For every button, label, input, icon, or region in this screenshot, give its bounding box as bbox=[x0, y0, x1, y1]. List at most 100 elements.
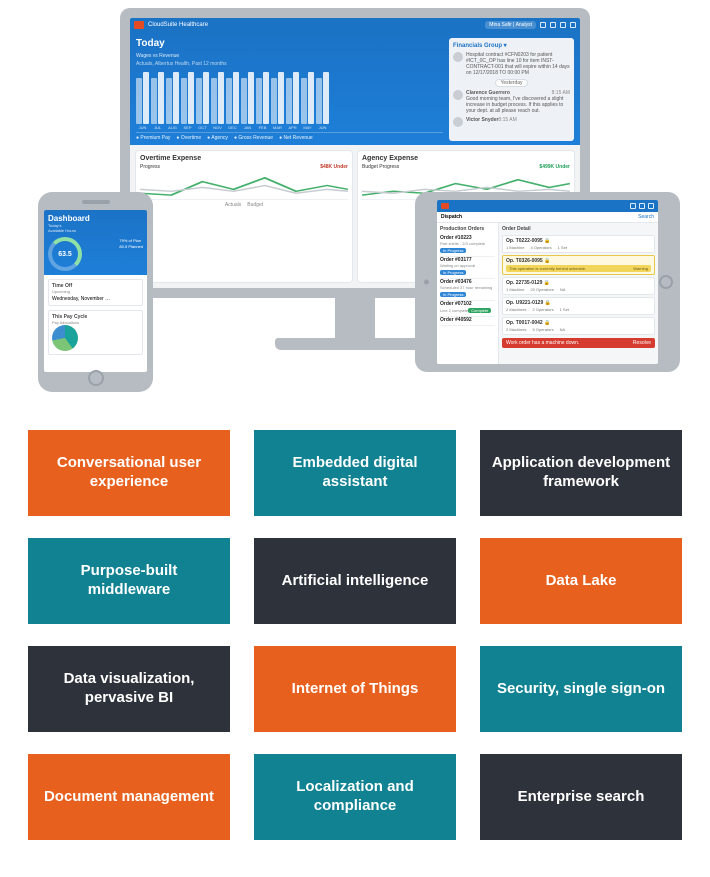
bar bbox=[323, 72, 329, 124]
feature-tile[interactable]: Purpose-built middleware bbox=[28, 538, 230, 624]
phone-sub: Available Hours bbox=[48, 228, 143, 233]
legend-item: ● Overtime bbox=[176, 135, 201, 141]
operation-row[interactable]: Op. T0222-0095 🔒1 Machine4 Operators1 Se… bbox=[502, 235, 655, 253]
monitor-stand bbox=[335, 298, 375, 338]
bar-group: JUN bbox=[136, 72, 149, 130]
bar bbox=[188, 72, 194, 124]
paycycle-card[interactable]: This Pay Cycle Pay Allocations bbox=[48, 310, 143, 355]
timeoff-card[interactable]: Time Off Upcoming Wednesday, November … bbox=[48, 279, 143, 306]
operation-row[interactable]: Op. T0017-0042 🔒2 Machines5 OperatorsNA bbox=[502, 317, 655, 335]
op-meta: 2 Operators bbox=[532, 307, 553, 312]
axis-label: JUN bbox=[139, 125, 147, 130]
bar-group: NOV bbox=[211, 72, 224, 130]
op-meta: 1 Set bbox=[560, 307, 569, 312]
user-icon[interactable] bbox=[550, 22, 556, 28]
phone-mockup: Dashboard Today's Available Hours 63.5 7… bbox=[38, 192, 153, 392]
bar bbox=[256, 78, 262, 124]
axis-label: AUG bbox=[168, 125, 177, 130]
app-title: CloudSuite Healthcare bbox=[148, 22, 208, 28]
sparkline bbox=[140, 172, 348, 200]
feature-tile[interactable]: Internet of Things bbox=[254, 646, 456, 732]
op-meta: NA bbox=[560, 327, 566, 332]
axis-label: OCT bbox=[198, 125, 206, 130]
card-overtime[interactable]: Overtime Expense Progress $48K Under bbox=[136, 151, 352, 282]
page-title: Today bbox=[136, 38, 443, 49]
feature-tile[interactable]: Embedded digital assistant bbox=[254, 430, 456, 516]
feature-tile[interactable]: Security, single sign-on bbox=[480, 646, 682, 732]
order-item[interactable]: Order #40592 bbox=[440, 317, 495, 326]
feature-tile[interactable]: Enterprise search bbox=[480, 754, 682, 840]
feature-tile[interactable]: Artificial intelligence bbox=[254, 538, 456, 624]
feature-tile[interactable]: Localization and compliance bbox=[254, 754, 456, 840]
operation-row[interactable]: Op. U9221-0129 🔒2 Machines2 Operators1 S… bbox=[502, 297, 655, 315]
feature-tile[interactable]: Data visualization, pervasive BI bbox=[28, 646, 230, 732]
feed-item: Hospital contract #CFN0203 for patient #… bbox=[453, 52, 570, 76]
feed-text: Victor Snyder 8:15 AM bbox=[466, 117, 517, 127]
bar-group: AUG bbox=[166, 72, 179, 130]
bar bbox=[173, 72, 179, 124]
order-detail: Order Detail Op. T0222-0095 🔒1 Machine4 … bbox=[499, 223, 658, 364]
order-sub: Line 2 complete bbox=[440, 308, 468, 313]
order-list: Production Orders Order #10223Part shell… bbox=[437, 223, 499, 364]
op-meta: 1 Machine bbox=[506, 287, 524, 292]
phone-header: Dashboard Today's Available Hours 63.5 7… bbox=[44, 210, 147, 275]
bar-group: JUL bbox=[151, 72, 164, 130]
bar bbox=[226, 78, 232, 124]
hours-donut: 63.5 bbox=[48, 237, 82, 271]
bar-chart: JUNJULAUGSEPOCTNOVDECJANFEBMARAPRMAYJUN bbox=[136, 69, 443, 133]
axis-label: JUL bbox=[154, 125, 161, 130]
bar bbox=[248, 72, 254, 124]
tablet-subheader: Dispatch Search bbox=[437, 212, 658, 223]
op-id: Op. T0017-0042 🔒 bbox=[506, 320, 550, 326]
search-link[interactable]: Search bbox=[638, 214, 654, 220]
topbar-right: Mina Safir | Analyst bbox=[485, 21, 576, 29]
order-item[interactable]: Order #10223Part shells - 2/3 completeIn… bbox=[440, 235, 495, 257]
feed-time: 8:15 AM bbox=[498, 117, 516, 123]
order-number: Order #07102 bbox=[440, 301, 495, 307]
app-logo bbox=[441, 203, 449, 209]
op-meta: 20 Operators bbox=[530, 287, 553, 292]
list-item: Wednesday, November … bbox=[52, 296, 139, 302]
chart-subtitle: Actuals, Albertus Health, Past 12 months bbox=[136, 61, 443, 67]
op-id: Op. T0222-0095 🔒 bbox=[506, 238, 550, 244]
operation-row[interactable]: Op. T0326-0095 🔒This operation is curren… bbox=[502, 255, 655, 275]
order-item[interactable]: Order #03177Waiting on approvalIn Progre… bbox=[440, 257, 495, 279]
feature-tile[interactable]: Document management bbox=[28, 754, 230, 840]
bar bbox=[151, 78, 157, 124]
menu-icon[interactable] bbox=[648, 203, 654, 209]
op-meta: 1 Set bbox=[558, 245, 567, 250]
bar bbox=[136, 78, 142, 124]
phone-kpis: 79% of Plan 80.5 Planned bbox=[119, 238, 143, 249]
alert-action[interactable]: Resolve bbox=[633, 340, 651, 346]
bookmark-icon[interactable] bbox=[630, 203, 636, 209]
feature-tile[interactable]: Data Lake bbox=[480, 538, 682, 624]
feed-title[interactable]: Financials Group ▾ bbox=[453, 42, 570, 49]
card-label: Progress bbox=[140, 164, 160, 170]
share-icon[interactable] bbox=[639, 203, 645, 209]
axis-label: NOV bbox=[213, 125, 222, 130]
hero-panel: Today Wages vs Revenue Actuals, Albertus… bbox=[130, 32, 580, 145]
operation-row[interactable]: Op. 22735-0129 🔒1 Machine20 OperatorsNA bbox=[502, 277, 655, 295]
panel-title: Production Orders bbox=[440, 226, 495, 232]
bar-group: APR bbox=[286, 72, 299, 130]
bar bbox=[233, 72, 239, 124]
alert-banner: Work order has a machine down. Resolve bbox=[502, 338, 655, 348]
feature-tile[interactable]: Conversational user experience bbox=[28, 430, 230, 516]
bookmark-icon[interactable] bbox=[540, 22, 546, 28]
axis-label: MAY bbox=[303, 125, 311, 130]
order-item[interactable]: Order #07102Line 2 completeComplete bbox=[440, 301, 495, 317]
order-item[interactable]: Order #03476Scheduled 37 hour remainingI… bbox=[440, 279, 495, 301]
menu-icon[interactable] bbox=[570, 22, 576, 28]
legend-item: ● Agency bbox=[207, 135, 228, 141]
avatar bbox=[453, 90, 463, 100]
feature-tile[interactable]: Application development framework bbox=[480, 430, 682, 516]
bar-group: OCT bbox=[196, 72, 209, 130]
panel-title: Order Detail bbox=[502, 226, 655, 232]
bar bbox=[263, 72, 269, 124]
monitor-base bbox=[275, 338, 435, 350]
status-badge: Complete bbox=[468, 308, 491, 313]
user-pill[interactable]: Mina Safir | Analyst bbox=[485, 21, 536, 29]
bar bbox=[181, 78, 187, 124]
bar bbox=[196, 78, 202, 124]
share-icon[interactable] bbox=[560, 22, 566, 28]
